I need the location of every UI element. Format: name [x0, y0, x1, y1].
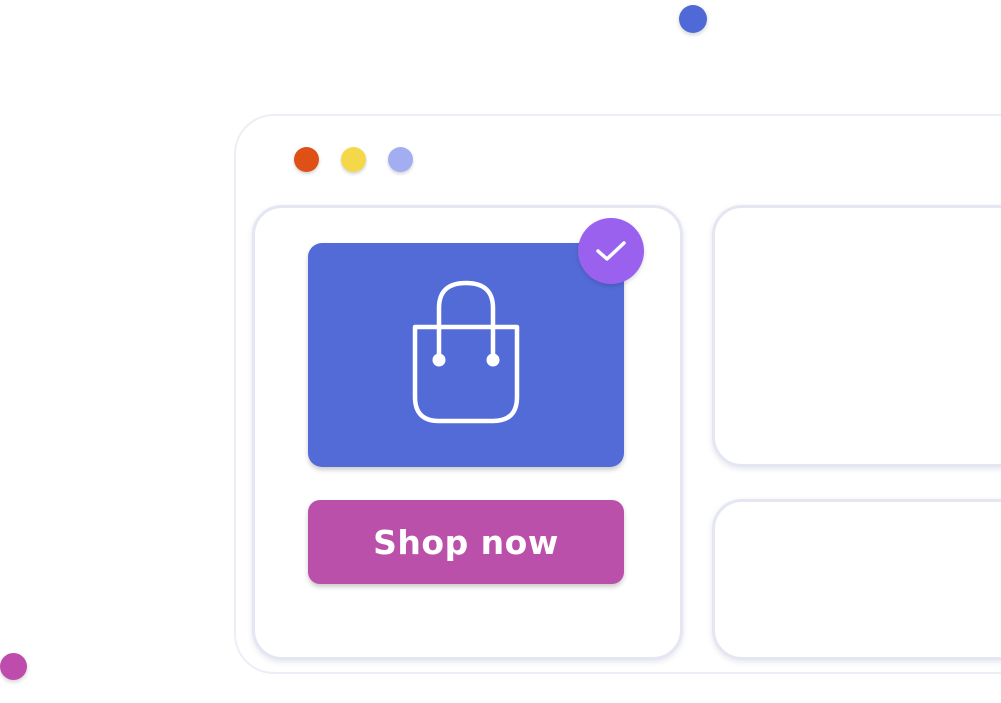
browser-window: Shop now: [234, 114, 1001, 674]
shopping-bag-icon: [412, 280, 520, 424]
window-close-button[interactable]: [294, 147, 319, 172]
window-minimize-button[interactable]: [341, 147, 366, 172]
placeholder-card-bottom: [712, 499, 1001, 660]
window-maximize-button[interactable]: [388, 147, 413, 172]
product-card: Shop now: [252, 205, 683, 660]
shop-now-button[interactable]: Shop now: [308, 500, 624, 584]
checkmark-icon: [596, 241, 626, 261]
window-controls: [294, 147, 413, 172]
placeholder-card-top: [712, 205, 1001, 467]
product-image[interactable]: [308, 243, 624, 467]
selected-check-badge: [578, 218, 644, 284]
page: Shop now: [0, 0, 1001, 703]
decorative-dot-magenta: [0, 653, 27, 680]
decorative-dot-blue: [679, 5, 707, 33]
